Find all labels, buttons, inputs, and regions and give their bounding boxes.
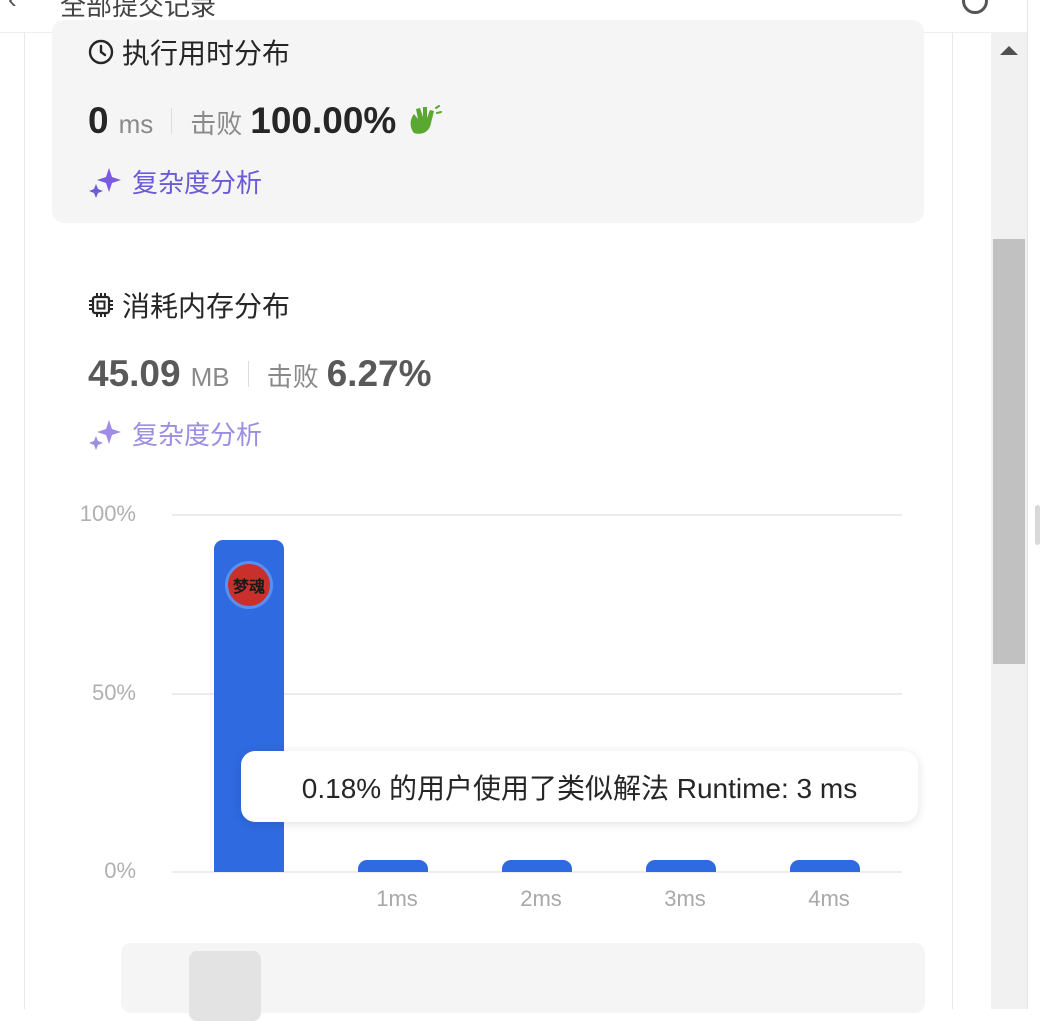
code-language-tab[interactable] bbox=[189, 951, 261, 1021]
chart-gridline bbox=[172, 514, 902, 516]
code-preview-box bbox=[121, 943, 925, 1021]
chart-tooltip: 0.18% 的用户使用了类似解法 Runtime: 3 ms bbox=[241, 751, 918, 822]
resize-handle[interactable] bbox=[1035, 505, 1040, 545]
y-tick-label: 100% bbox=[79, 501, 136, 526]
avatar-text: 梦魂 bbox=[232, 579, 265, 596]
x-tick-label: 3ms bbox=[664, 886, 706, 911]
side-panel-edge bbox=[1027, 0, 1054, 1009]
memory-distribution-chart: 0% 50% 100% 1ms 2ms 3ms 4ms bbox=[0, 0, 960, 1009]
tooltip-text: 0.18% 的用户使用了类似解法 Runtime: 3 ms bbox=[301, 772, 858, 804]
chart-bar[interactable] bbox=[358, 860, 428, 872]
user-avatar: 梦魂 bbox=[225, 561, 273, 609]
chart-bar[interactable] bbox=[790, 860, 860, 872]
share-icon[interactable] bbox=[962, 0, 988, 14]
scrollbar-thumb[interactable] bbox=[993, 239, 1025, 664]
x-tick-label: 1ms bbox=[376, 886, 418, 911]
x-tick-label: 4ms bbox=[808, 886, 850, 911]
y-tick-label: 50% bbox=[91, 679, 136, 705]
y-tick-label: 0% bbox=[104, 858, 136, 883]
chart-bar[interactable] bbox=[502, 860, 572, 872]
x-tick-label: 2ms bbox=[520, 886, 562, 911]
scroll-up-icon[interactable] bbox=[1000, 46, 1018, 55]
scrollbar[interactable] bbox=[991, 32, 1027, 1009]
chart-bar[interactable] bbox=[646, 860, 716, 872]
